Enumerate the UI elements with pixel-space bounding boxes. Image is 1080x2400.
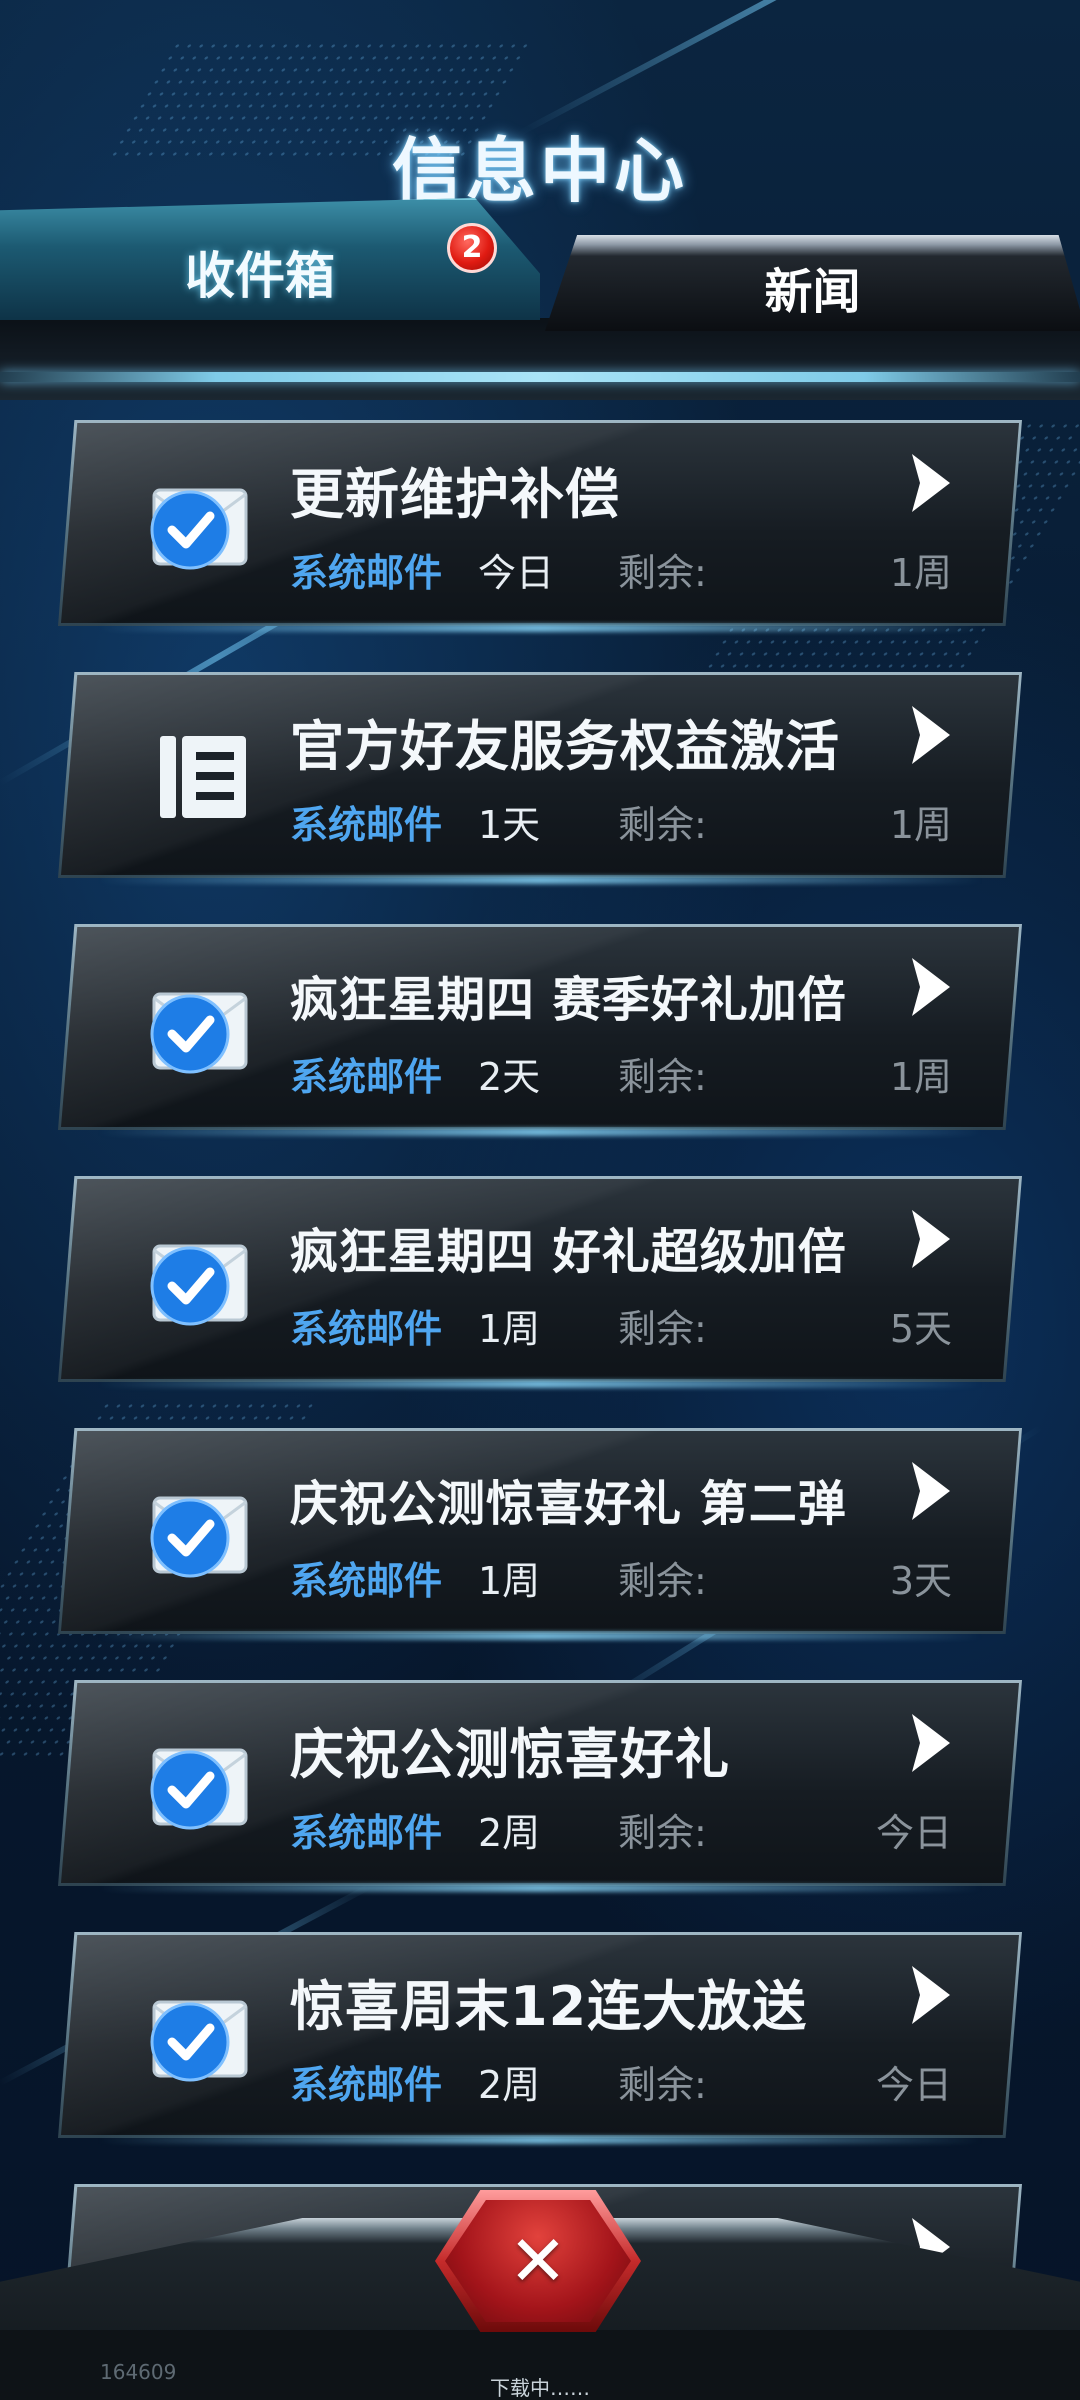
mail-remaining-label: 剩余:	[618, 1811, 707, 1855]
mail-item[interactable]: 庆祝公测惊喜好礼 第二弹系统邮件 1周 剩余: 3天	[58, 1428, 1022, 1640]
check-letter-icon	[146, 1992, 250, 2082]
mail-title: 官方好友服务权益激活	[290, 715, 840, 778]
check-letter-icon	[146, 480, 250, 570]
mail-remaining-value: 1周	[889, 551, 952, 595]
mail-received-age: 2周	[478, 2063, 541, 2107]
mail-remaining-value: 1周	[889, 1055, 952, 1099]
mail-remaining-value: 今日	[875, 2063, 952, 2107]
mail-sender: 系统邮件	[290, 1559, 443, 1603]
chevron-right-icon[interactable]	[906, 702, 954, 768]
mail-received-age: 1天	[478, 803, 541, 847]
close-icon[interactable]: ✕	[435, 2190, 641, 2332]
mail-remaining-label: 剩余:	[618, 2063, 707, 2107]
check-letter-icon	[146, 1488, 250, 1578]
mail-item-glow	[98, 1380, 982, 1388]
game-screen: 信息中心 新闻 收件箱 2 更新维护补偿 系统邮件 今日 剩余: 1周 官方好友服务权益激…	[0, 0, 1080, 2400]
mail-item-glow	[98, 876, 982, 884]
mail-title: 庆祝公测惊喜好礼 第二弹	[290, 1476, 847, 1532]
mail-remaining-label: 剩余:	[618, 1559, 707, 1603]
mail-received-age: 1周	[478, 1559, 541, 1603]
mail-title: 疯狂星期四 赛季好礼加倍	[290, 972, 847, 1028]
mail-item-glow	[98, 1128, 982, 1136]
mail-title: 更新维护补偿	[290, 463, 620, 526]
check-letter-icon	[146, 984, 250, 1074]
mail-title: 庆祝公测惊喜好礼	[290, 1723, 730, 1786]
mail-item[interactable]: 疯狂星期四 好礼超级加倍系统邮件 1周 剩余: 5天	[58, 1176, 1022, 1388]
mail-sender: 系统邮件	[290, 803, 443, 847]
mail-remaining-label: 剩余:	[618, 1307, 707, 1351]
mail-received-age: 2周	[478, 1811, 541, 1855]
chevron-right-icon[interactable]	[906, 450, 954, 516]
chevron-right-icon[interactable]	[906, 1458, 954, 1524]
mail-remaining-value: 3天	[889, 1559, 952, 1603]
mail-received-age: 1周	[478, 1307, 541, 1351]
mail-remaining-label: 剩余:	[618, 803, 707, 847]
mail-sender: 系统邮件	[290, 1307, 443, 1351]
check-letter-icon	[146, 1236, 250, 1326]
mail-item[interactable]: 疯狂星期四 赛季好礼加倍系统邮件 2天 剩余: 1周	[58, 924, 1022, 1136]
document-icon	[146, 732, 250, 822]
mail-received-age: 2天	[478, 1055, 541, 1099]
mail-title: 惊喜周末12连大放送	[290, 1975, 808, 2038]
check-letter-icon	[146, 1740, 250, 1830]
mail-item[interactable]: 官方好友服务权益激活系统邮件 1天 剩余: 1周	[58, 672, 1022, 884]
mail-remaining-value: 今日	[875, 1811, 952, 1855]
mail-sender: 系统邮件	[290, 551, 443, 595]
mail-item[interactable]: 惊喜周末12连大放送系统邮件 2周 剩余: 今日	[58, 1932, 1022, 2144]
mail-sender: 系统邮件	[290, 1055, 443, 1099]
chevron-right-icon[interactable]	[906, 1206, 954, 1272]
mail-item-glow	[98, 1632, 982, 1640]
chevron-right-icon[interactable]	[906, 1710, 954, 1776]
download-status-text: 下载中……	[490, 2376, 590, 2400]
mail-remaining-label: 剩余:	[618, 551, 707, 595]
chevron-right-icon[interactable]	[906, 954, 954, 1020]
chevron-right-icon[interactable]	[906, 1962, 954, 2028]
mail-title: 疯狂星期四 好礼超级加倍	[290, 1224, 847, 1280]
mail-sender: 系统邮件	[290, 2063, 443, 2107]
mail-item[interactable]: 庆祝公测惊喜好礼系统邮件 2周 剩余: 今日	[58, 1680, 1022, 1892]
close-button[interactable]: ✕	[435, 2190, 641, 2332]
mail-item-glow	[98, 624, 982, 632]
mail-item[interactable]: 更新维护补偿系统邮件 今日 剩余: 1周	[58, 420, 1022, 632]
mail-remaining-value: 5天	[889, 1307, 952, 1351]
mail-item-glow	[98, 1884, 982, 1892]
mail-item-glow	[98, 2136, 982, 2144]
mail-list: 更新维护补偿 系统邮件 今日 剩余: 1周 官方好友服务权益激活 系统邮件 1天 剩余: 1周 疯狂…	[0, 0, 1080, 2400]
mail-received-age: 今日	[478, 551, 555, 595]
mail-sender: 系统邮件	[290, 1811, 443, 1855]
mail-remaining-value: 1周	[889, 803, 952, 847]
mail-remaining-label: 剩余:	[618, 1055, 707, 1099]
